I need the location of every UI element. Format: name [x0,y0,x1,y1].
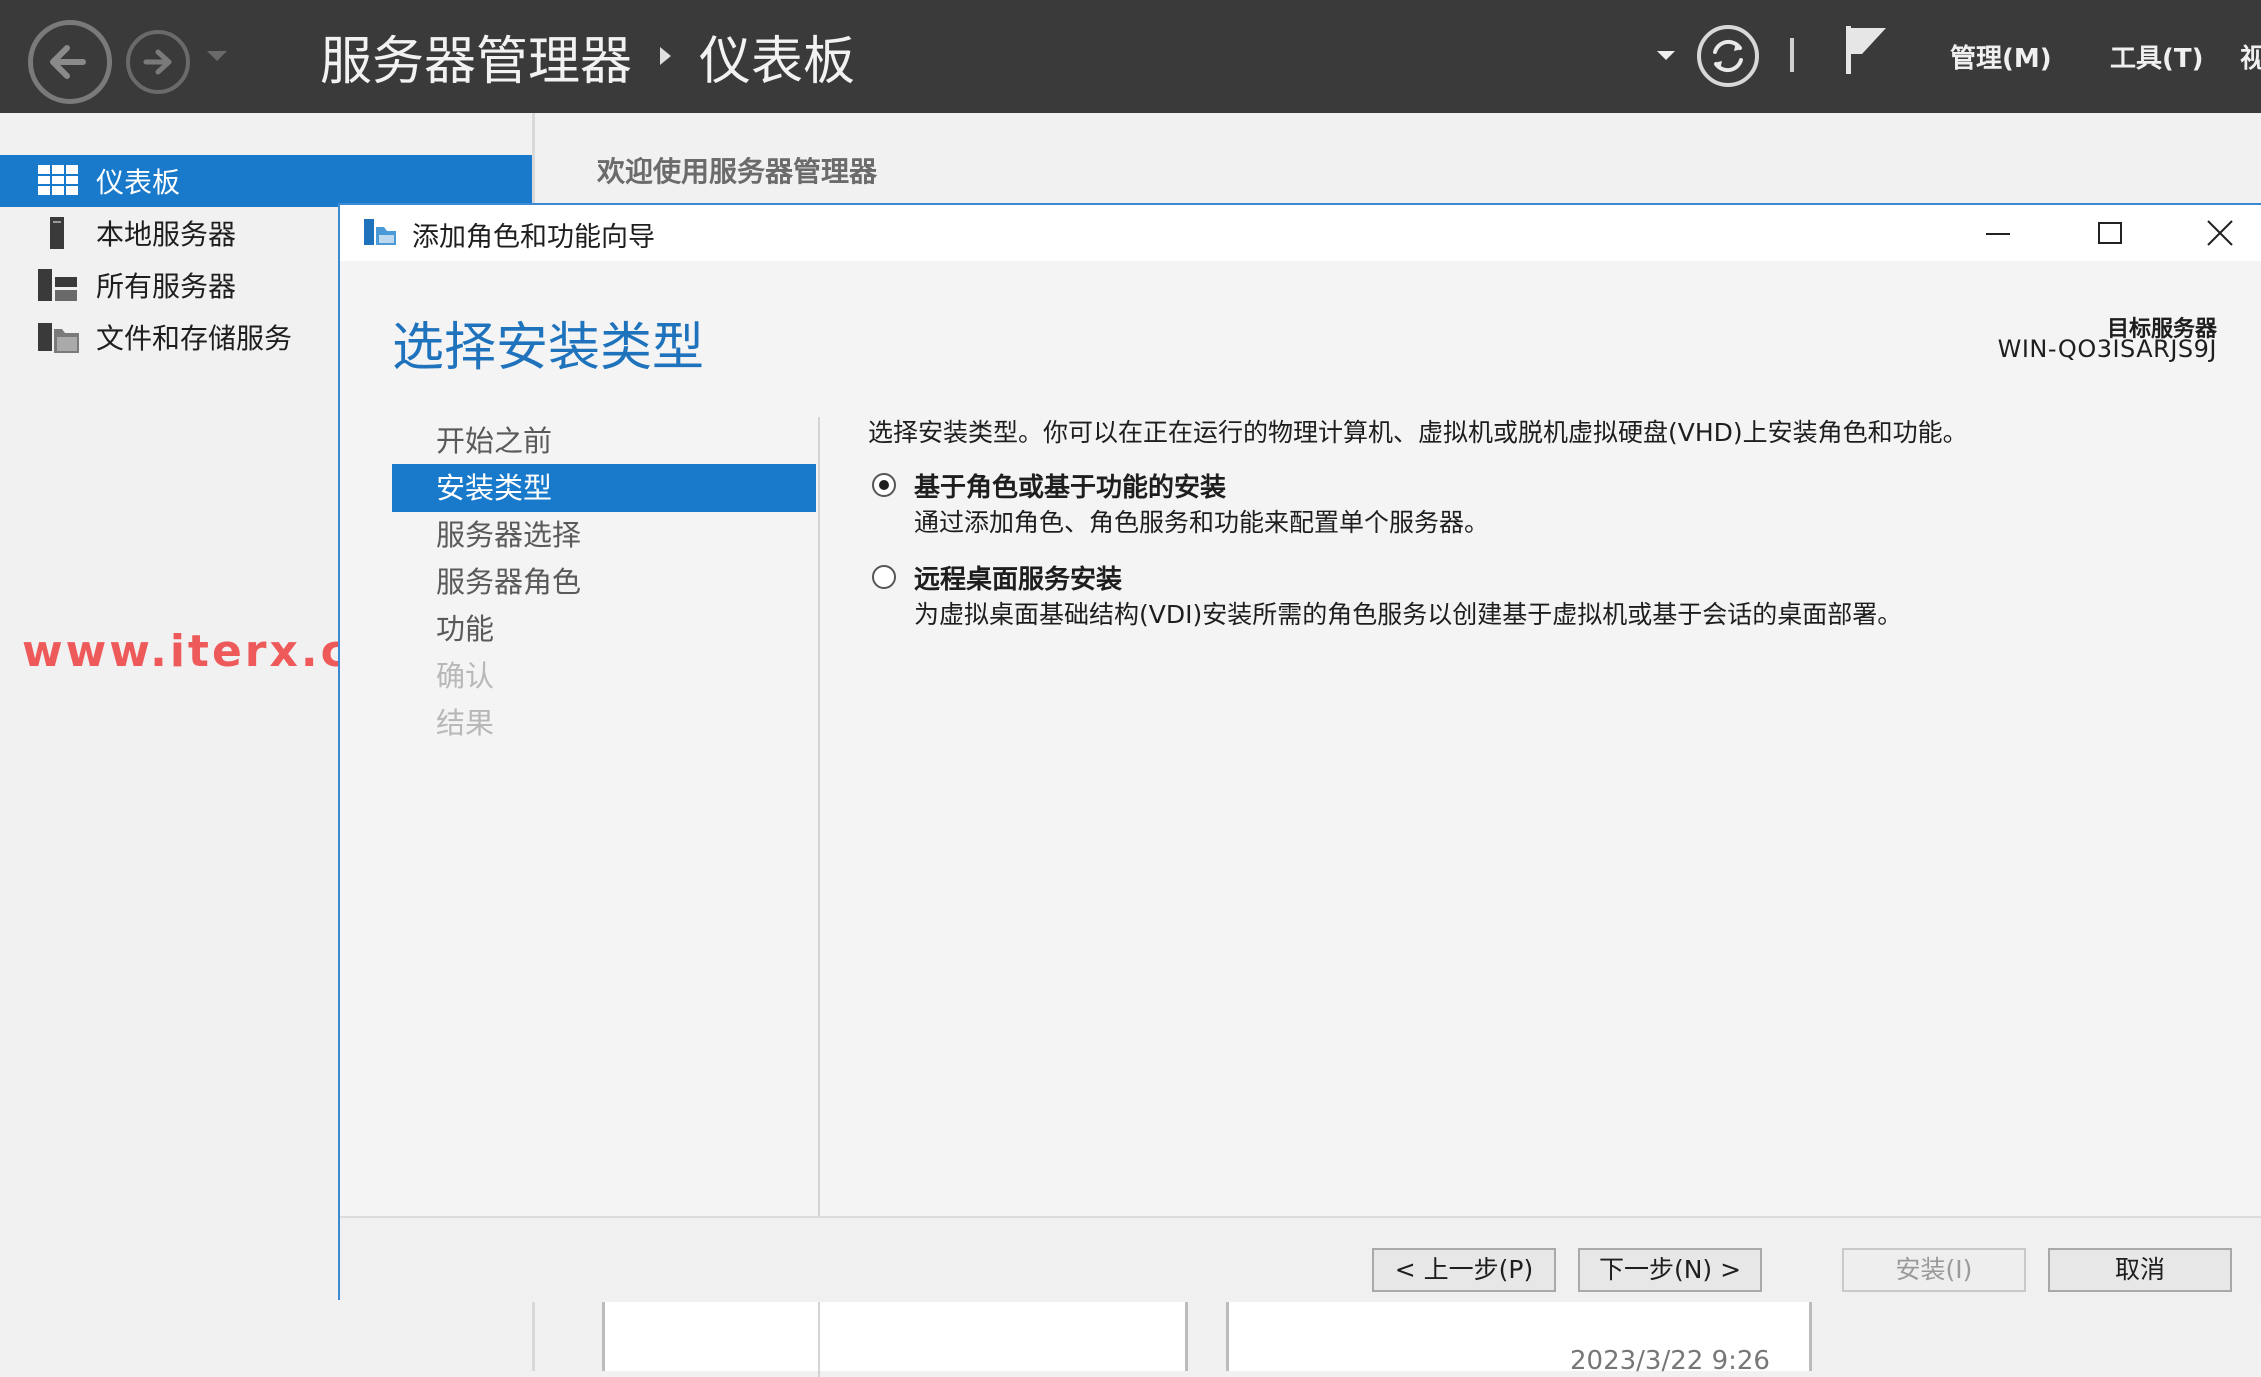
step-results: 结果 [436,706,495,740]
menu-view[interactable]: 视 [2240,18,2261,94]
flag-icon[interactable] [1842,24,1890,76]
install-type-description: 选择安装类型。你可以在正在运行的物理计算机、虚拟机或脱机虚拟硬盘(VHD)上安装… [868,418,1968,447]
add-roles-wizard-window: 添加角色和功能向导 选择安装类型 目标服务器 WIN-QO3ISARJS9J 开… [338,203,2261,1377]
step-server-selection[interactable]: 服务器选择 [392,511,816,559]
forward-button[interactable] [126,30,190,94]
step-server-roles[interactable]: 服务器角色 [392,558,816,606]
previous-button[interactable]: < 上一步(P) [1372,1248,1556,1292]
breadcrumb-app[interactable]: 服务器管理器 [320,19,632,94]
nav-item-dashboard[interactable]: 仪表板 [0,155,532,207]
watermark: www.iterx.cn [22,626,385,677]
maximize-icon [2098,222,2122,244]
wizard-title-bar[interactable]: 添加角色和功能向导 [340,205,2261,261]
close-button[interactable] [2195,213,2245,253]
target-server-value: WIN-QO3ISARJS9J [1997,335,2217,363]
install-button: 安装(I) [1842,1248,2026,1292]
toolbar-separator [1790,38,1794,72]
file-storage-icon [38,323,79,353]
chevron-down-icon[interactable] [204,46,230,66]
welcome-heading: 欢迎使用服务器管理器 [597,155,878,188]
option-title[interactable]: 远程桌面服务安装 [914,559,1122,596]
option-description: 为虚拟桌面基础结构(VDI)安装所需的角色服务以创建基于虚拟机或基于会话的桌面部… [914,600,1903,629]
tile-timestamp: 2023/3/22 9:26 [1570,1346,1770,1376]
wizard-heading: 选择安装类型 [392,318,705,378]
menu-tools-label: 工具(T) [2110,43,2204,74]
radio-role-based[interactable] [872,473,896,497]
menu-manage-label: 管理(M) [1950,43,2052,74]
server-icon [50,217,64,249]
next-button[interactable]: 下一步(N) > [1578,1248,1762,1292]
wizard-app-icon [364,219,396,245]
option-description: 通过添加角色、角色服务和功能来配置单个服务器。 [914,508,1490,537]
refresh-icon[interactable] [1694,22,1762,90]
step-confirmation: 确认 [436,659,495,693]
nav-item-label: 所有服务器 [96,270,237,303]
menu-view-label: 视 [2240,43,2261,74]
radio-remote-desktop[interactable] [872,565,896,589]
option-title[interactable]: 基于角色或基于功能的安装 [914,467,1226,504]
breadcrumb: 服务器管理器 仪表板 [320,18,855,94]
wizard-title: 添加角色和功能向导 [412,222,655,253]
servers-icon [38,269,77,301]
nav-item-label: 仪表板 [96,166,181,199]
menu-manage[interactable]: 管理(M) [1950,18,2052,94]
close-icon [2207,220,2233,246]
nav-item-label: 本地服务器 [96,218,237,251]
title-bar: 服务器管理器 仪表板 管理(M) 工具(T) 视 [0,0,2261,113]
step-before-you-begin[interactable]: 开始之前 [392,417,816,465]
dashboard-tile [602,1300,1188,1371]
breadcrumb-page: 仪表板 [699,31,856,92]
nav-item-label: 文件和存储服务 [96,322,293,355]
dashboard-grid-icon [38,165,78,195]
wizard-footer: < 上一步(P) 下一步(N) > 安装(I) 取消 [340,1216,2261,1302]
menu-tools[interactable]: 工具(T) [2110,18,2204,94]
arrow-left-icon [50,45,86,79]
breadcrumb-separator-icon [660,47,672,65]
dropdown-arrow-icon[interactable] [1654,46,1678,64]
step-features[interactable]: 功能 [392,605,816,653]
minimize-icon [1986,233,2010,235]
step-installation-type[interactable]: 安装类型 [392,464,816,512]
cancel-button[interactable]: 取消 [2048,1248,2232,1292]
minimize-button[interactable] [1972,213,2022,253]
maximize-button[interactable] [2084,213,2134,253]
back-button[interactable] [28,20,112,104]
arrow-right-icon [143,49,172,75]
